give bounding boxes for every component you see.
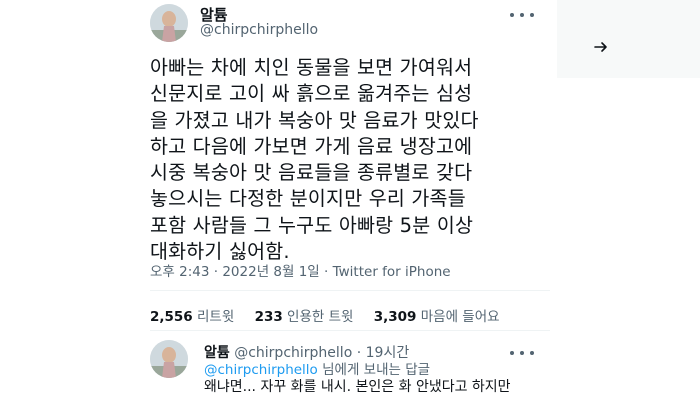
engagement-stats: 2,556 리트윗 233 인용한 트윗 3,309 마음에 들어요 [150, 305, 516, 325]
more-horizontal-icon [510, 351, 514, 355]
likes-count: 3,309 [373, 309, 417, 325]
replying-to-handle[interactable]: @chirpchirphello [204, 362, 318, 378]
divider [150, 290, 550, 291]
retweets-stat[interactable]: 2,556 리트윗 [150, 309, 239, 325]
replying-to-suffix: 님에게 보내는 답글 [317, 362, 431, 378]
quotes-count: 233 [254, 309, 283, 325]
arrow-right-icon[interactable] [586, 32, 616, 62]
divider [150, 330, 550, 331]
replying-to: @chirpchirphello 님에게 보내는 답글 [204, 358, 430, 378]
likes-stat[interactable]: 3,309 마음에 들어요 [374, 309, 500, 325]
reply-text: 왜냐면... 자꾸 화를 내시. 본인은 화 안냈다고 하지만 [204, 379, 511, 395]
tweet-time[interactable]: 오후 2:43 [150, 264, 209, 280]
reply-avatar[interactable] [150, 340, 188, 378]
meta-separator: · [213, 264, 219, 280]
meta-separator: · [324, 264, 329, 280]
quotes-stat[interactable]: 233 인용한 트윗 [255, 309, 358, 325]
avatar[interactable] [150, 4, 188, 42]
more-options-button[interactable] [510, 8, 534, 22]
tweet-date[interactable]: 2022년 8월 1일 [222, 264, 319, 280]
tweet-text: 아빠는 차에 치인 동물을 보면 가여워서 신문지로 고이 싸 흙으로 옮겨주는… [150, 56, 479, 264]
reply-more-options-button[interactable] [510, 346, 534, 360]
likes-label: 마음에 들어요 [420, 309, 500, 325]
tweet-source[interactable]: Twitter for iPhone [333, 264, 451, 280]
tweet-meta: 오후 2:43 · 2022년 8월 1일 · Twitter for iPho… [150, 260, 451, 280]
quotes-label: 인용한 트윗 [287, 309, 354, 325]
retweets-count: 2,556 [150, 309, 193, 325]
side-panel [557, 0, 700, 78]
retweets-label: 리트윗 [197, 309, 235, 325]
author-handle[interactable]: @chirpchirphello [200, 22, 318, 38]
more-horizontal-icon [510, 13, 514, 17]
